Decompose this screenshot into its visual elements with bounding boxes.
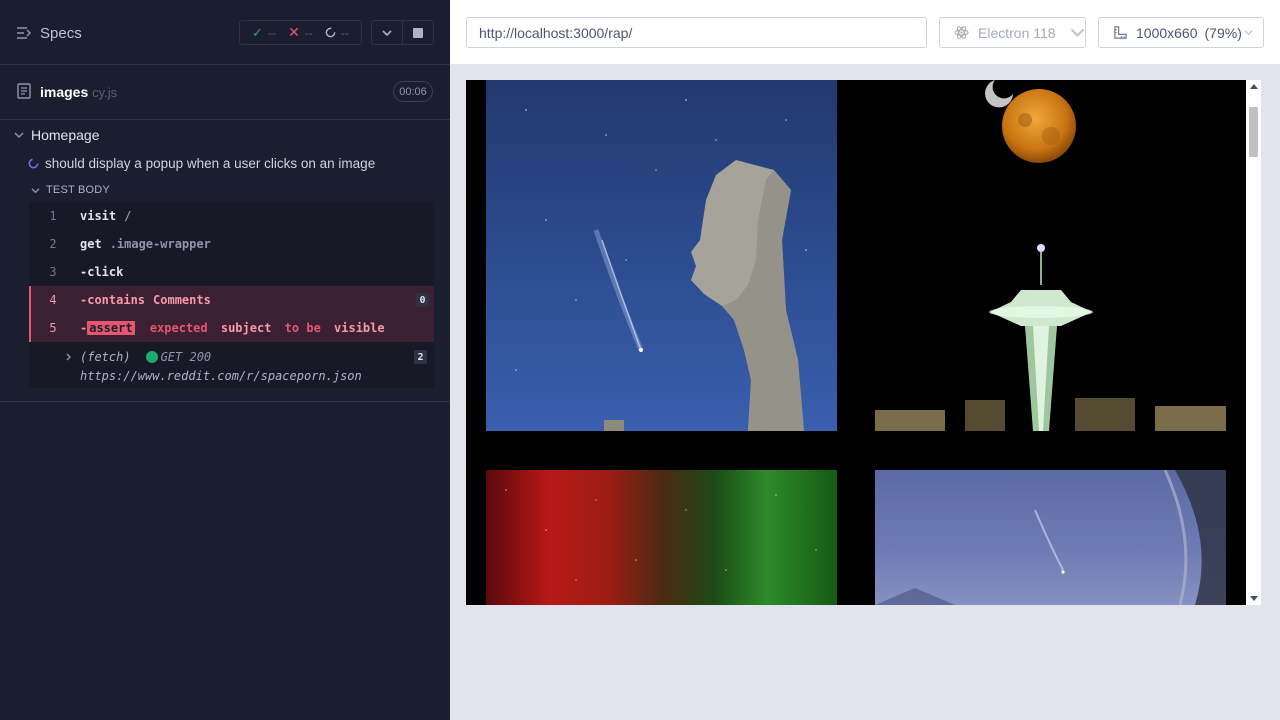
suite-homepage[interactable]: Homepage — [0, 122, 450, 148]
chevron-down-icon — [14, 132, 24, 139]
pending-stat: -- — [325, 26, 349, 40]
browser-name: Electron 118 — [978, 24, 1056, 41]
scroll-thumb[interactable] — [1249, 107, 1258, 157]
image-tile-moai[interactable] — [486, 80, 837, 431]
spec-file-name[interactable]: images cy.js — [40, 84, 117, 100]
assert-part: expected — [149, 321, 208, 335]
command-name: visit / — [80, 209, 132, 223]
test-body-label: TEST BODY — [46, 184, 110, 196]
test-item[interactable]: should display a popup when a user click… — [0, 150, 450, 176]
moai-comet-image — [515, 99, 807, 431]
command-name: get .image-wrapper — [80, 237, 211, 251]
divider — [0, 401, 450, 402]
command-row[interactable]: 1 visit / — [29, 202, 434, 230]
suite-title: Homepage — [31, 127, 100, 143]
image-tile-space-needle[interactable] — [875, 80, 1226, 431]
comet-window-image — [875, 470, 1226, 605]
command-number: 4 — [49, 293, 57, 307]
stats-summary: ✓ -- ✕ -- -- — [239, 20, 362, 45]
viewport-scale: (79%) — [1204, 24, 1242, 41]
assert-part: to be — [284, 321, 321, 335]
spec-name: images — [40, 84, 89, 100]
command-name: - assert expected subject to be visible — [80, 321, 385, 335]
viewport-size: 1000x660 — [1136, 24, 1198, 41]
chevron-down-icon — [382, 29, 392, 36]
status-dot-icon — [145, 351, 158, 363]
command-number: 2 — [49, 237, 57, 251]
chevron-down-icon — [31, 187, 40, 193]
command-number: 5 — [49, 321, 57, 335]
fetch-request-row[interactable]: (fetch) GET 200 https://www.reddit.com/r… — [29, 344, 434, 388]
failed-stat: ✕ -- — [288, 24, 313, 41]
chevron-right-icon — [66, 353, 71, 361]
test-title: should display a popup when a user click… — [45, 155, 376, 171]
pending-spinner-icon — [325, 27, 336, 38]
check-icon: ✓ — [252, 24, 263, 40]
test-body-toggle[interactable]: TEST BODY — [0, 180, 450, 200]
run-controls — [371, 20, 434, 45]
command-row-failed[interactable]: 4 -contains Comments 0 — [29, 286, 434, 314]
browser-selector[interactable]: Electron 118 — [939, 17, 1086, 48]
scroll-down-arrow-icon[interactable] — [1250, 596, 1258, 601]
space-needle-moon-image — [875, 80, 1226, 431]
x-icon: ✕ — [288, 24, 300, 40]
element-count-badge: 0 — [416, 293, 429, 307]
command-name: -contains Comments — [80, 293, 211, 307]
failed-count: -- — [304, 25, 313, 40]
assert-tag: assert — [87, 321, 135, 335]
scroll-up-arrow-icon[interactable] — [1250, 84, 1258, 89]
url-bar[interactable]: http://localhost:3000/rap/ — [466, 17, 927, 48]
running-spinner-icon — [28, 158, 39, 168]
request-count-badge: 2 — [414, 350, 427, 364]
image-tile-aurora[interactable] — [486, 470, 837, 605]
browser-toolbar: http://localhost:3000/rap/ Electron 118 … — [450, 0, 1280, 64]
command-name: -click — [80, 265, 124, 279]
command-number: 3 — [49, 265, 57, 279]
specs-toggle-button[interactable]: Specs — [16, 22, 86, 44]
stop-icon — [413, 27, 423, 38]
collapse-all-button[interactable] — [372, 21, 403, 44]
fetch-summary: (fetch) GET 200 — [80, 350, 211, 364]
viewport-selector[interactable]: 1000x660 (79%) — [1098, 17, 1264, 48]
specs-label: Specs — [40, 24, 82, 42]
command-row[interactable]: 3 -click — [29, 258, 434, 286]
command-row-failed[interactable]: 5 - assert expected subject to be visible — [29, 314, 434, 342]
document-icon — [17, 83, 31, 99]
spec-extension: cy.js — [92, 85, 118, 100]
pending-count: -- — [340, 25, 349, 40]
command-log: 1 visit/ 2 get .image-wrapper 3 -click 4 … — [29, 202, 434, 388]
fetch-url: https://www.reddit.com/r/spaceporn.json — [80, 369, 362, 383]
command-number: 1 — [49, 209, 57, 223]
specs-list-icon — [17, 27, 32, 39]
passed-stat: ✓ -- — [252, 25, 276, 41]
chevron-down-icon — [1244, 30, 1253, 36]
fetch-label: (fetch) — [80, 350, 131, 364]
command-message: .image-wrapper — [109, 237, 211, 251]
duration-badge: 00:06 — [393, 81, 433, 102]
stop-button[interactable] — [403, 21, 433, 44]
specs-header: Specs ✓ -- ✕ -- -- — [0, 0, 450, 65]
electron-icon — [954, 26, 969, 39]
assert-part: visible — [334, 321, 385, 335]
assert-part: subject — [220, 321, 272, 335]
fetch-status: GET 200 — [160, 350, 212, 364]
command-message: Comments — [153, 293, 211, 307]
ruler-icon — [1114, 26, 1127, 39]
command-row[interactable]: 2 get .image-wrapper — [29, 230, 434, 258]
passed-count: -- — [267, 25, 276, 40]
aurora-image — [505, 489, 817, 581]
preview-scrollbar[interactable] — [1246, 80, 1261, 605]
image-tile-comet[interactable] — [875, 470, 1226, 605]
chevron-down-icon — [1070, 28, 1084, 37]
command-message: / — [124, 209, 132, 223]
reporter-panel: Specs ✓ -- ✕ -- -- images cy.js 00:06 Ho… — [0, 0, 450, 720]
app-preview-frame — [466, 80, 1246, 605]
